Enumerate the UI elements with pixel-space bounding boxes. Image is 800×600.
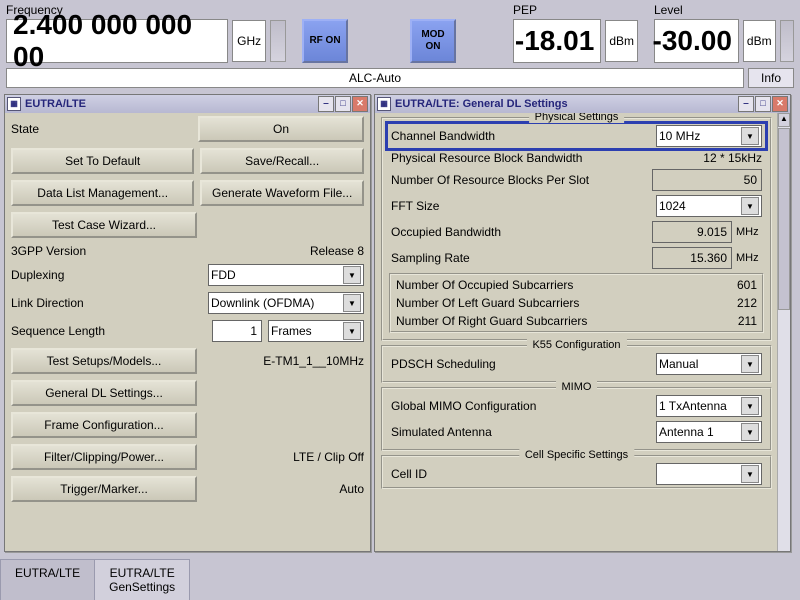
version-label: 3GPP Version: [11, 244, 208, 258]
state-button[interactable]: On: [198, 116, 364, 142]
minimize-icon[interactable]: ‒: [318, 96, 334, 112]
occupied-bw-unit: MHz: [736, 226, 762, 238]
global-mimo-label: Global MIMO Configuration: [391, 399, 652, 413]
scrollbar[interactable]: ▲: [777, 113, 790, 551]
general-dl-settings-button[interactable]: General DL Settings...: [11, 380, 197, 406]
level-unit[interactable]: dBm: [743, 20, 776, 62]
pep-label: PEP: [513, 3, 638, 17]
sampling-rate-label: Sampling Rate: [391, 251, 648, 265]
info-button[interactable]: Info: [748, 68, 794, 88]
sampling-rate-unit: MHz: [736, 252, 762, 264]
num-resource-blocks-value: 50: [652, 169, 762, 191]
occupied-subcarriers-value: 601: [687, 278, 757, 292]
test-setups-button[interactable]: Test Setups/Models...: [11, 348, 197, 374]
occupied-subcarriers-label: Number Of Occupied Subcarriers: [396, 278, 683, 292]
save-recall-button[interactable]: Save/Recall...: [200, 148, 364, 174]
left-guard-value: 212: [687, 296, 757, 310]
scroll-up-icon[interactable]: ▲: [778, 113, 790, 127]
mimo-legend: MIMO: [556, 381, 598, 393]
window-title: EUTRA/LTE: [25, 98, 86, 110]
pep-value: -18.01: [513, 19, 601, 63]
chevron-down-icon[interactable]: ▼: [741, 397, 759, 415]
level-label: Level: [654, 3, 794, 17]
sequence-length-input[interactable]: 1: [212, 320, 262, 342]
prb-bandwidth-value: 12 * 15kHz: [692, 151, 762, 165]
rf-on-button[interactable]: RF ON: [302, 19, 348, 63]
sequence-length-label: Sequence Length: [11, 324, 206, 338]
data-list-management-button[interactable]: Data List Management...: [11, 180, 194, 206]
k55-legend: K55 Configuration: [526, 339, 626, 351]
fft-size-label: FFT Size: [391, 199, 652, 213]
window-title: EUTRA/LTE: General DL Settings: [395, 98, 568, 110]
close-icon[interactable]: ✕: [352, 96, 368, 112]
num-resource-blocks-label: Number Of Resource Blocks Per Slot: [391, 173, 648, 187]
simulated-antenna-select[interactable]: Antenna 1▼: [656, 421, 762, 443]
state-label: State: [11, 122, 192, 136]
sampling-rate-value: 15.360: [652, 247, 732, 269]
eutra-lte-window: ▦ EUTRA/LTE ‒ □ ✕ State On Set To Defaul…: [4, 94, 371, 552]
pep-unit: dBm: [605, 20, 638, 62]
chevron-down-icon[interactable]: ▼: [741, 355, 759, 373]
link-direction-label: Link Direction: [11, 296, 202, 310]
channel-bandwidth-select[interactable]: 10 MHz▼: [656, 125, 762, 147]
general-dl-settings-window: ▦ EUTRA/LTE: General DL Settings ‒ □ ✕ ▲…: [374, 94, 791, 552]
freq-sunk-pad: [270, 20, 286, 62]
mod-on-button[interactable]: MOD ON: [410, 19, 456, 63]
maximize-icon[interactable]: □: [755, 96, 771, 112]
fft-size-select[interactable]: 1024▼: [656, 195, 762, 217]
right-guard-value: 211: [687, 314, 757, 328]
set-to-default-button[interactable]: Set To Default: [11, 148, 194, 174]
filter-value: LTE / Clip Off: [203, 450, 364, 464]
filter-clipping-button[interactable]: Filter/Clipping/Power...: [11, 444, 197, 470]
close-icon[interactable]: ✕: [772, 96, 788, 112]
chevron-down-icon[interactable]: ▼: [343, 266, 361, 284]
occupied-bw-label: Occupied Bandwidth: [391, 225, 648, 239]
trigger-marker-button[interactable]: Trigger/Marker...: [11, 476, 197, 502]
prb-bandwidth-label: Physical Resource Block Bandwidth: [391, 151, 688, 165]
sequence-unit-select[interactable]: Frames▼: [268, 320, 364, 342]
tab-eutra-lte-gensettings[interactable]: EUTRA/LTE GenSettings: [94, 559, 190, 600]
level-value[interactable]: -30.00: [654, 19, 739, 63]
physical-settings-legend: Physical Settings: [529, 113, 625, 123]
alc-status: ALC-Auto: [6, 68, 744, 88]
frequency-value[interactable]: 2.400 000 000 00: [6, 19, 228, 63]
window-icon: ▦: [377, 97, 391, 111]
tab-eutra-lte[interactable]: EUTRA/LTE: [0, 559, 95, 600]
trigger-value: Auto: [203, 482, 364, 496]
minimize-icon[interactable]: ‒: [738, 96, 754, 112]
version-value: Release 8: [214, 244, 364, 258]
scroll-thumb[interactable]: [778, 128, 790, 310]
chevron-down-icon[interactable]: ▼: [741, 127, 759, 145]
test-setup-value: E-TM1_1__10MHz: [203, 354, 364, 368]
cell-id-select[interactable]: ▼: [656, 463, 762, 485]
channel-bandwidth-row[interactable]: Channel Bandwidth 10 MHz▼: [387, 123, 766, 149]
left-guard-label: Number Of Left Guard Subcarriers: [396, 296, 683, 310]
window-icon: ▦: [7, 97, 21, 111]
duplexing-select[interactable]: FDD▼: [208, 264, 364, 286]
chevron-down-icon[interactable]: ▼: [343, 322, 361, 340]
occupied-bw-value: 9.015: [652, 221, 732, 243]
right-guard-label: Number Of Right Guard Subcarriers: [396, 314, 683, 328]
pdsch-scheduling-select[interactable]: Manual▼: [656, 353, 762, 375]
test-case-wizard-button[interactable]: Test Case Wizard...: [11, 212, 197, 238]
frame-configuration-button[interactable]: Frame Configuration...: [11, 412, 197, 438]
duplexing-label: Duplexing: [11, 268, 202, 282]
chevron-down-icon[interactable]: ▼: [343, 294, 361, 312]
chevron-down-icon[interactable]: ▼: [741, 423, 759, 441]
generate-waveform-button[interactable]: Generate Waveform File...: [200, 180, 364, 206]
cell-id-label: Cell ID: [391, 467, 652, 481]
chevron-down-icon[interactable]: ▼: [741, 197, 759, 215]
simulated-antenna-label: Simulated Antenna: [391, 425, 652, 439]
chevron-down-icon[interactable]: ▼: [741, 465, 759, 483]
link-direction-select[interactable]: Downlink (OFDMA)▼: [208, 292, 364, 314]
pdsch-scheduling-label: PDSCH Scheduling: [391, 357, 652, 371]
level-sunk-pad: [780, 20, 794, 62]
cell-specific-legend: Cell Specific Settings: [519, 449, 634, 461]
maximize-icon[interactable]: □: [335, 96, 351, 112]
global-mimo-select[interactable]: 1 TxAntenna▼: [656, 395, 762, 417]
frequency-unit[interactable]: GHz: [232, 20, 266, 62]
